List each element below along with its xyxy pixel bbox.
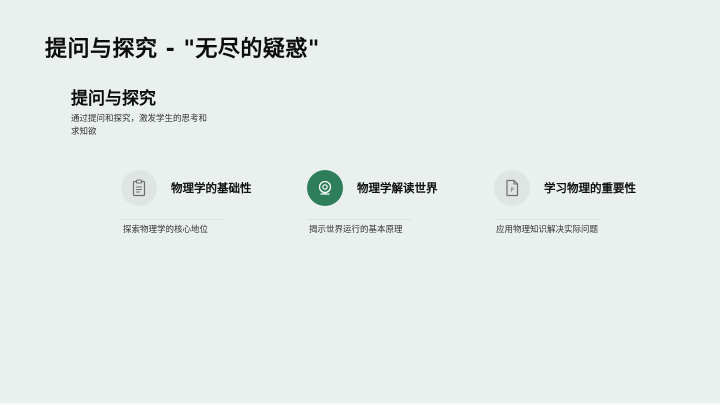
svg-text:P: P [510,187,514,194]
slide: 提问与探究 - "无尽的疑惑" 提问与探究 通过提问和探究，激发学生的思考和求知… [0,0,720,405]
card-description: 探索物理学的核心地位 [123,225,209,235]
card-icon-circle [307,170,343,206]
card-divider [121,219,225,220]
clipboard-icon [132,179,146,197]
card-physics-interprets-world: 物理学解读世界 揭示世界运行的基本原理 [307,170,487,260]
document-p-icon: P [506,179,519,197]
webcam-icon [318,180,332,195]
card-importance-of-physics: P 学习物理的重要性 应用物理知识解决实际问题 [494,170,674,260]
section-heading: 提问与探究 [71,89,156,109]
card-title: 物理学的基础性 [171,181,252,195]
card-description: 应用物理知识解决实际问题 [496,225,599,235]
slide-title: 提问与探究 - "无尽的疑惑" [45,37,320,62]
card-divider [494,219,598,220]
card-title: 物理学解读世界 [357,181,438,195]
card-title: 学习物理的重要性 [544,181,636,195]
section-description: 通过提问和探究，激发学生的思考和求知欲 [71,114,208,137]
card-physics-foundation: 物理学的基础性 探索物理学的核心地位 [121,170,301,260]
card-icon-circle: P [494,170,530,206]
card-divider [307,219,411,220]
card-description: 揭示世界运行的基本原理 [309,225,403,235]
card-icon-circle [121,170,157,206]
